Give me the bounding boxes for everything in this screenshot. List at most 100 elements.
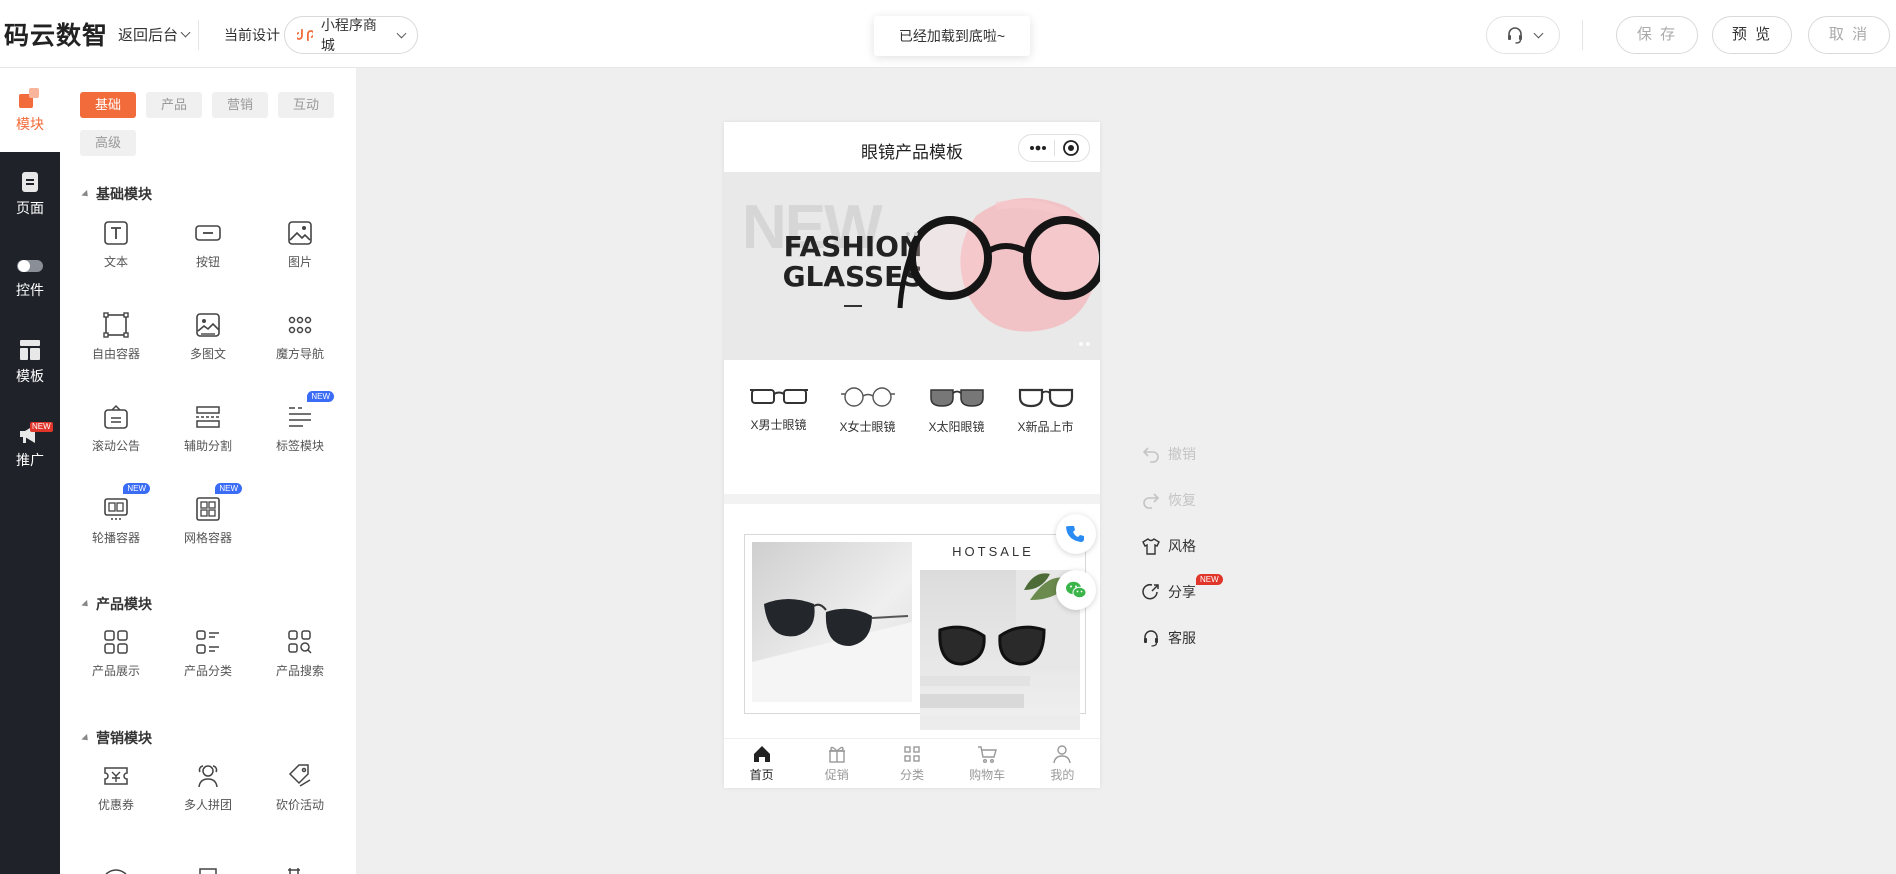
tabbar-label: 购物车: [969, 768, 1006, 782]
component-product-display[interactable]: 产品展示: [76, 614, 156, 692]
category-label: X太阳眼镜: [928, 420, 985, 434]
close-target-icon: [1062, 140, 1079, 156]
category-item[interactable]: X新品上市: [1003, 360, 1089, 494]
component-tag[interactable]: NEW 标签模块: [260, 389, 340, 467]
style-button[interactable]: 风格: [1142, 536, 1196, 556]
section-title-text: 营销模块: [96, 730, 152, 746]
collapse-triangle-icon: [81, 599, 91, 609]
bargain-icon: [288, 763, 311, 787]
tabbar-label: 首页: [749, 768, 774, 782]
component-group-buy[interactable]: 多人拼团: [168, 748, 248, 826]
new-badge: NEW: [307, 391, 334, 402]
component-label: 产品分类: [183, 663, 232, 678]
component-carousel[interactable]: NEW 轮播容器: [76, 481, 156, 559]
toggle-icon: [17, 260, 43, 272]
mini-program-capsule[interactable]: [1018, 134, 1090, 162]
component-grid-container[interactable]: NEW 网格容器: [168, 481, 248, 559]
section-title-text: 基础模块: [96, 186, 152, 202]
new-badge: NEW: [123, 483, 150, 494]
tabbar-label: 我的: [1050, 768, 1075, 782]
nav-item-template[interactable]: 模板: [0, 320, 60, 404]
section-title-basic[interactable]: 基础模块: [81, 184, 152, 204]
banner-carousel[interactable]: NEW FASHION GLASSES: [724, 172, 1100, 360]
aviator-sunglasses-image[interactable]: [752, 542, 912, 702]
tabbar-item-home[interactable]: 首页: [727, 739, 797, 788]
divider: [198, 20, 199, 50]
chevron-down-icon: [180, 27, 191, 38]
tabbar-label: 分类: [899, 768, 924, 782]
preview-button[interactable]: 预 览: [1712, 16, 1792, 54]
category-label: X女士眼镜: [839, 420, 896, 434]
new-badge: NEW: [30, 422, 53, 432]
category-item[interactable]: X男士眼镜: [736, 360, 822, 494]
component-product-category[interactable]: 产品分类: [168, 614, 248, 692]
component-cube-nav[interactable]: 魔方导航: [260, 297, 340, 375]
nav-item-widget[interactable]: 控件: [0, 236, 60, 320]
component-product-search[interactable]: 产品搜索: [260, 614, 340, 692]
divider: [1582, 20, 1583, 50]
component-notice[interactable]: 滚动公告: [76, 389, 156, 467]
component-free-container[interactable]: 自由容器: [76, 297, 156, 375]
component-bargain[interactable]: 砍价活动: [260, 748, 340, 826]
mini-program-select[interactable]: 小程序商城: [284, 16, 418, 54]
notice-icon: [104, 404, 128, 429]
component-label: 多人拼团: [183, 797, 232, 812]
coupon-icon: [104, 766, 128, 785]
tabbar-item-promo[interactable]: 促销: [802, 739, 872, 788]
top-bar: 码云数智 返回后台 当前设计 小程序商城 已经加载到底啦~ 保 存 预 览 取 …: [0, 0, 1896, 68]
tabbar-item-mine[interactable]: 我的: [1027, 739, 1097, 788]
component-label: 辅助分割: [183, 438, 232, 453]
support-dropdown-button[interactable]: [1486, 16, 1560, 54]
component-button[interactable]: 按钮: [168, 205, 248, 283]
new-arrival-glasses-icon: [1018, 388, 1073, 408]
wechat-button[interactable]: [1056, 570, 1096, 610]
banner-underline: [844, 305, 862, 307]
tabbar-item-category[interactable]: 分类: [877, 739, 947, 788]
nav-item-promotion[interactable]: NEW 推广: [0, 404, 60, 488]
customer-service-button[interactable]: 客服: [1142, 628, 1196, 648]
component-image[interactable]: 图片: [260, 205, 340, 283]
component-divider[interactable]: 辅助分割: [168, 389, 248, 467]
tabbar-item-cart[interactable]: 购物车: [952, 739, 1022, 788]
capsule-divider: [1053, 140, 1055, 156]
phone-preview: 眼镜产品模板 NEW FASHION GLASSES X男士眼镜 X女士眼镜 X…: [724, 122, 1100, 788]
brand-logo: 码云数智: [4, 22, 109, 50]
share-button[interactable]: NEW 分享: [1142, 574, 1223, 602]
cancel-button[interactable]: 取 消: [1808, 16, 1890, 54]
category-item[interactable]: X太阳眼镜: [914, 360, 1000, 494]
component-label: 文本: [103, 254, 128, 269]
tab-interaction[interactable]: 互动: [278, 92, 334, 118]
undo-button[interactable]: 撤销: [1142, 444, 1196, 464]
current-design-label: 当前设计: [224, 27, 280, 43]
more-dots-icon: [1029, 145, 1046, 151]
new-badge: NEW: [215, 483, 242, 494]
nav-label: 控件: [16, 282, 44, 298]
component-text[interactable]: 文本: [76, 205, 156, 283]
module-icon: [19, 88, 39, 108]
nav-item-module[interactable]: 模块: [0, 68, 60, 152]
category-label: X新品上市: [1017, 420, 1074, 434]
tab-advanced[interactable]: 高级: [80, 130, 136, 156]
redo-button[interactable]: 恢复: [1142, 490, 1196, 510]
tab-product[interactable]: 产品: [146, 92, 202, 118]
new-badge: NEW: [1196, 574, 1223, 585]
phone-icon: [1066, 526, 1084, 542]
section-title-marketing[interactable]: 营销模块: [81, 728, 152, 748]
tab-basic[interactable]: 基础: [80, 92, 136, 118]
phone-header: 眼镜产品模板: [724, 122, 1100, 172]
aviator-sunglasses-icon: [752, 599, 912, 702]
category-item[interactable]: X女士眼镜: [825, 360, 911, 494]
nav-label: 模板: [16, 368, 44, 384]
component-coupon[interactable]: 优惠券: [76, 748, 156, 826]
back-to-admin-button[interactable]: 返回后台: [118, 24, 191, 45]
component-label: 按钮: [195, 254, 220, 269]
component-multi-image[interactable]: 多图文: [168, 297, 248, 375]
divider-icon: [196, 405, 220, 428]
tab-marketing[interactable]: 营销: [212, 92, 268, 118]
mini-program-value: 小程序商城: [320, 17, 377, 53]
phone-call-button[interactable]: [1056, 514, 1096, 554]
section-title-product[interactable]: 产品模块: [81, 594, 152, 614]
save-button[interactable]: 保 存: [1616, 16, 1698, 54]
nav-label: 页面: [16, 200, 44, 216]
nav-item-page[interactable]: 页面: [0, 152, 60, 236]
